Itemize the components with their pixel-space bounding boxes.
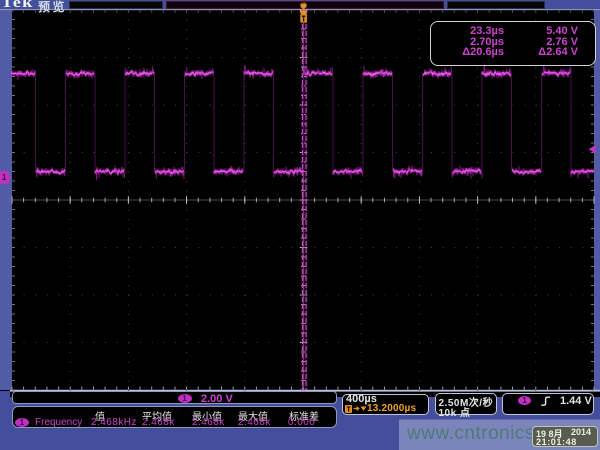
svg-text:1: 1 — [2, 173, 7, 182]
